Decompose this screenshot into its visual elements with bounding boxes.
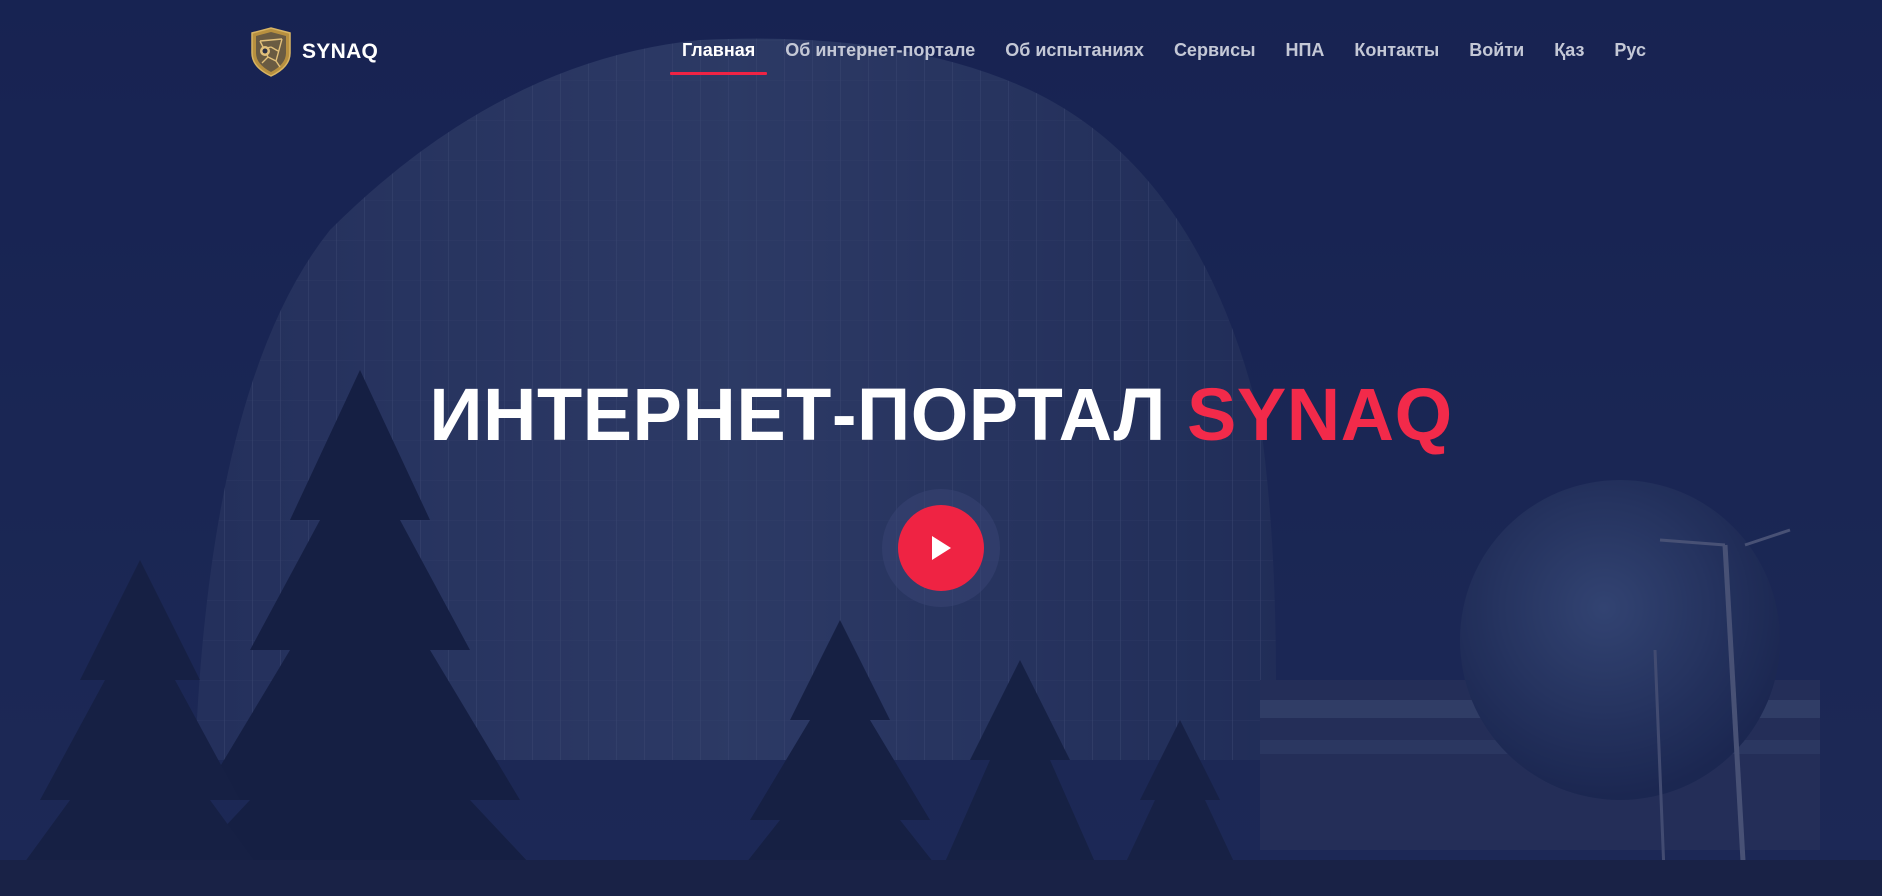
hero-title-main: ИНТЕРНЕТ-ПОРТАЛ — [429, 373, 1188, 456]
nav-item-login[interactable]: Войти — [1454, 0, 1539, 100]
play-video-button[interactable] — [882, 489, 1000, 607]
nav-item-contacts[interactable]: Контакты — [1339, 0, 1454, 100]
hero-title: ИНТЕРНЕТ-ПОРТАЛ SYNAQ — [0, 372, 1882, 457]
nav-item-npa[interactable]: НПА — [1270, 0, 1339, 100]
nav-item-about-tests[interactable]: Об испытаниях — [990, 0, 1159, 100]
site-header: SYNAQ Главная Об интернет-портале Об исп… — [0, 0, 1882, 100]
play-button-circle[interactable] — [898, 505, 984, 591]
play-icon — [932, 536, 951, 560]
nav-item-home[interactable]: Главная — [667, 0, 770, 100]
brand-name: SYNAQ — [302, 40, 379, 63]
nav-item-about-portal[interactable]: Об интернет-портале — [770, 0, 990, 100]
shield-logo-icon — [251, 27, 291, 77]
main-nav: Главная Об интернет-портале Об испытания… — [667, 0, 1661, 100]
brand-logo[interactable]: SYNAQ — [248, 27, 378, 77]
nav-item-lang-rus[interactable]: Рус — [1599, 0, 1661, 100]
hero-title-accent: SYNAQ — [1187, 373, 1453, 456]
nav-item-lang-kaz[interactable]: Қаз — [1539, 0, 1599, 100]
nav-item-services[interactable]: Сервисы — [1159, 0, 1271, 100]
